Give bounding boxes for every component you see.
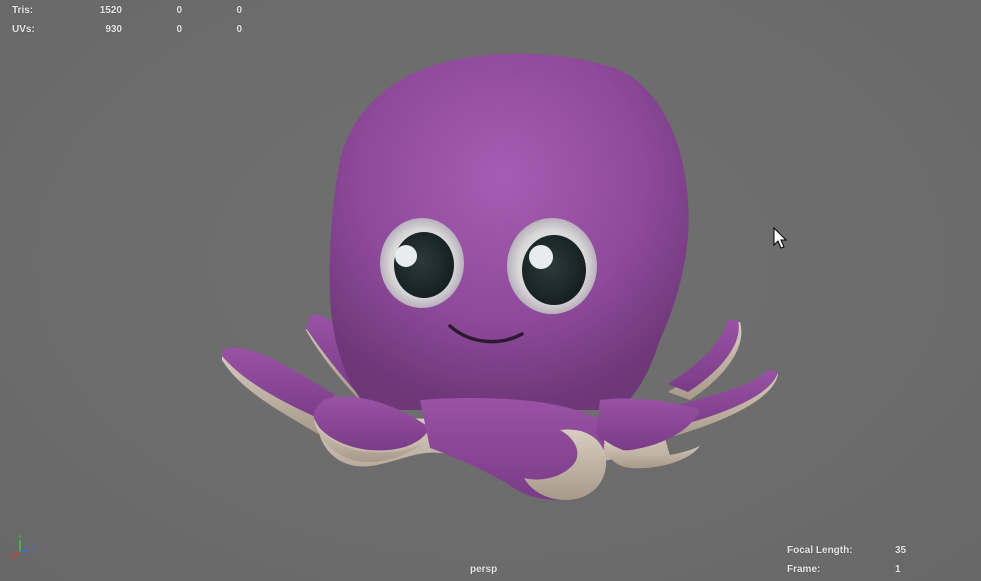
mouse-cursor-icon	[773, 227, 788, 249]
frame-value: 1	[895, 564, 901, 575]
tentacle-front-center	[420, 398, 607, 500]
camera-name: persp	[470, 564, 498, 575]
frame-label: Frame:	[787, 564, 821, 575]
left-eye	[380, 218, 464, 308]
right-eye	[507, 218, 597, 314]
tentacle-front-right	[596, 398, 700, 469]
tentacle-back-right	[668, 320, 742, 400]
axis-gizmo: Y Z	[9, 535, 35, 559]
focal-length-value: 35	[895, 545, 907, 556]
octopus-model[interactable]	[0, 0, 981, 581]
focal-length-label: Focal Length:	[787, 545, 853, 556]
octopus-head	[329, 53, 689, 410]
axis-z-line	[19, 549, 29, 553]
3d-viewport[interactable]: Tris: 1520 0 0 UVs: 930 0 0 Y Z persp Fo…	[0, 0, 981, 581]
axis-z-label: Z	[31, 546, 35, 552]
axis-x-line	[9, 551, 21, 559]
axis-y-label: Y	[18, 535, 22, 541]
